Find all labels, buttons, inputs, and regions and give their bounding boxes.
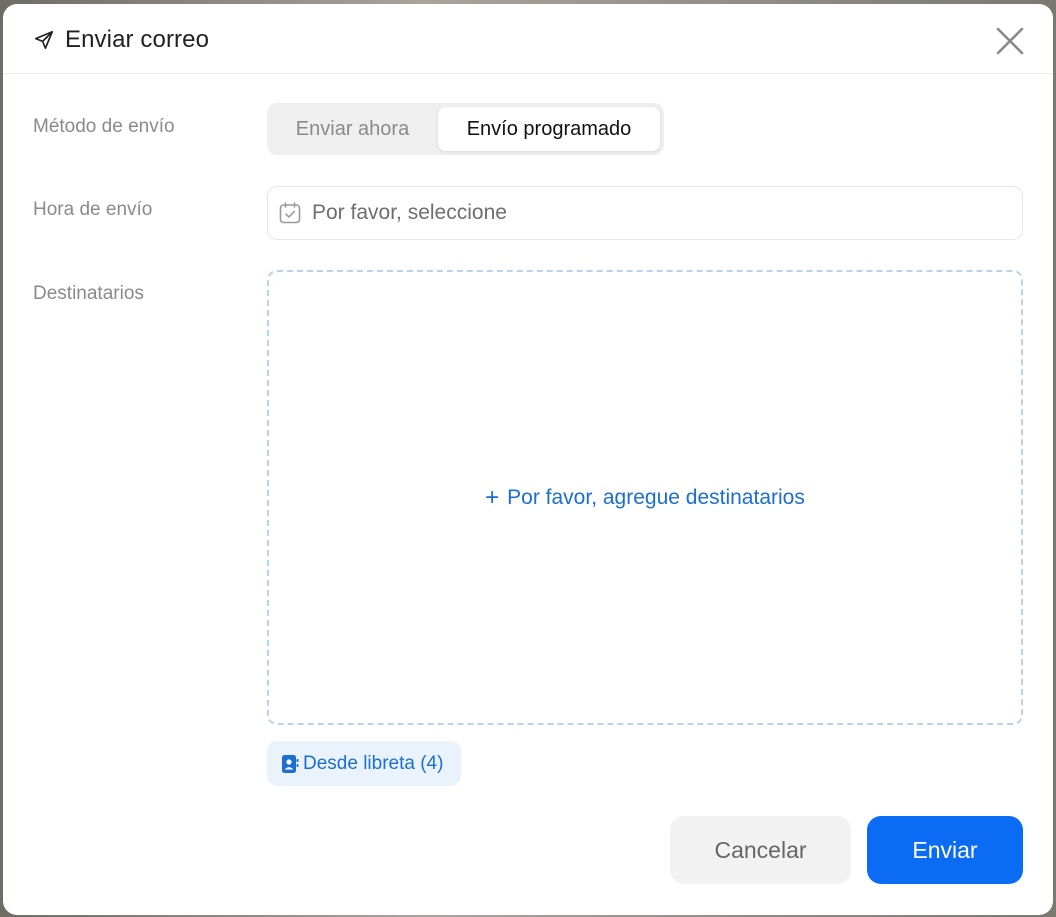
contact-book-icon [282, 754, 299, 773]
close-icon[interactable] [993, 24, 1027, 58]
recipients-label: Destinatarios [33, 283, 144, 304]
dialog-title: Enviar correo [65, 26, 210, 53]
time-label: Hora de envío [33, 199, 153, 220]
method-label: Método de envío [33, 116, 175, 137]
calendar-icon [279, 202, 301, 224]
dialog-header: Enviar correo [3, 4, 1053, 74]
add-recipients-link[interactable]: + Por favor, agregue destinatarios [485, 483, 805, 511]
plus-icon: + [485, 483, 500, 511]
cancel-button[interactable]: Cancelar [670, 816, 851, 884]
send-button[interactable]: Enviar [867, 816, 1023, 884]
address-book-label: Desde libreta (4) [303, 752, 444, 774]
send-method-segmented: Enviar ahora Envío programado [267, 103, 664, 155]
segment-scheduled[interactable]: Envío programado [438, 107, 660, 151]
time-placeholder: Por favor, seleccione [312, 201, 507, 224]
address-book-button[interactable]: Desde libreta (4) [267, 741, 461, 786]
dialog-title-wrap: Enviar correo [33, 26, 209, 54]
add-recipients-text: Por favor, agregue destinatarios [507, 485, 805, 509]
segment-send-now[interactable]: Enviar ahora [271, 107, 434, 151]
send-mail-dialog: Enviar correo Método de envío Enviar aho… [3, 4, 1053, 915]
recipients-dropzone[interactable]: + Por favor, agregue destinatarios [267, 270, 1023, 725]
send-time-picker[interactable]: Por favor, seleccione [267, 186, 1023, 240]
send-icon [34, 30, 54, 50]
